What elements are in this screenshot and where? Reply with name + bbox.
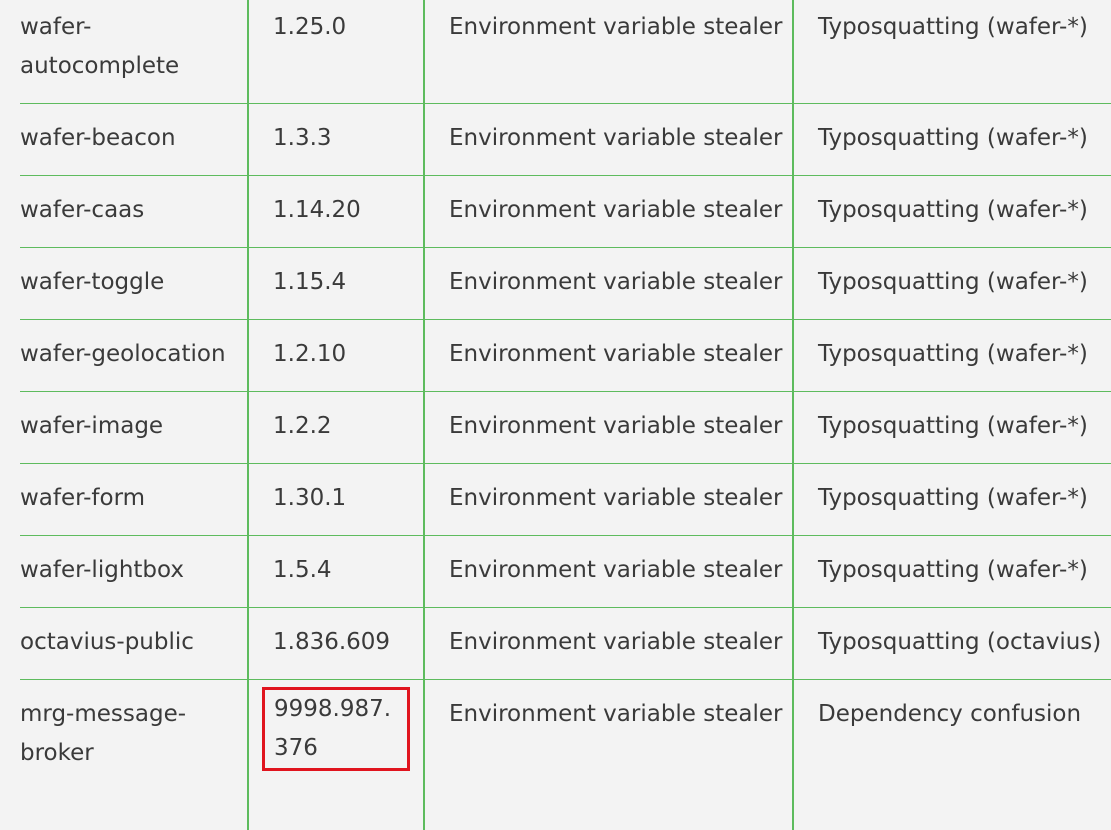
table-row: wafer-caas 1.14.20 Environment variable …	[20, 176, 1111, 248]
behavior-cell: Environment variable stealer	[424, 464, 793, 536]
version-cell: 1.15.4	[248, 248, 424, 320]
package-name-cell: mrg-message-broker	[20, 680, 248, 830]
attack-type-cell: Typosquatting (wafer-*)	[793, 0, 1111, 104]
table-row: wafer-image 1.2.2 Environment variable s…	[20, 392, 1111, 464]
behavior-cell: Environment variable stealer	[424, 176, 793, 248]
version-cell: 1.5.4	[248, 536, 424, 608]
table-row: wafer-toggle 1.15.4 Environment variable…	[20, 248, 1111, 320]
table-row: octavius-public 1.836.609 Environment va…	[20, 608, 1111, 680]
behavior-cell: Environment variable stealer	[424, 320, 793, 392]
package-name-cell: octavius-public	[20, 608, 248, 680]
package-name-cell: wafer-autocomplete	[20, 0, 248, 104]
behavior-cell: Environment variable stealer	[424, 392, 793, 464]
attack-type-cell: Typosquatting (wafer-*)	[793, 320, 1111, 392]
table-row: wafer-autocomplete 1.25.0 Environment va…	[20, 0, 1111, 104]
malicious-packages-table: wafer-autocomplete 1.25.0 Environment va…	[20, 0, 1111, 830]
table-row: wafer-form 1.30.1 Environment variable s…	[20, 464, 1111, 536]
package-name-cell: wafer-caas	[20, 176, 248, 248]
attack-type-cell: Dependency confusion	[793, 680, 1111, 830]
behavior-cell: Environment variable stealer	[424, 0, 793, 104]
table-row: wafer-geolocation 1.2.10 Environment var…	[20, 320, 1111, 392]
version-cell: 1.3.3	[248, 104, 424, 176]
version-cell: 1.2.10	[248, 320, 424, 392]
highlighted-version: 9998.987.376	[262, 687, 410, 771]
package-name-cell: wafer-toggle	[20, 248, 248, 320]
version-cell: 1.25.0	[248, 0, 424, 104]
behavior-cell: Environment variable stealer	[424, 248, 793, 320]
package-name-cell: wafer-beacon	[20, 104, 248, 176]
version-cell: 1.2.2	[248, 392, 424, 464]
table-row: mrg-message-broker 9998.987.376 Environm…	[20, 680, 1111, 830]
attack-type-cell: Typosquatting (wafer-*)	[793, 176, 1111, 248]
attack-type-cell: Typosquatting (octavius)	[793, 608, 1111, 680]
package-name-cell: wafer-geolocation	[20, 320, 248, 392]
attack-type-cell: Typosquatting (wafer-*)	[793, 464, 1111, 536]
package-name-cell: wafer-form	[20, 464, 248, 536]
attack-type-cell: Typosquatting (wafer-*)	[793, 104, 1111, 176]
package-name-cell: wafer-lightbox	[20, 536, 248, 608]
attack-type-cell: Typosquatting (wafer-*)	[793, 392, 1111, 464]
table-row: wafer-beacon 1.3.3 Environment variable …	[20, 104, 1111, 176]
version-cell: 1.14.20	[248, 176, 424, 248]
behavior-cell: Environment variable stealer	[424, 104, 793, 176]
package-name-cell: wafer-image	[20, 392, 248, 464]
version-cell: 1.30.1	[248, 464, 424, 536]
version-cell: 1.836.609	[248, 608, 424, 680]
attack-type-cell: Typosquatting (wafer-*)	[793, 536, 1111, 608]
behavior-cell: Environment variable stealer	[424, 608, 793, 680]
attack-type-cell: Typosquatting (wafer-*)	[793, 248, 1111, 320]
version-cell: 9998.987.376	[248, 680, 424, 830]
table-row: wafer-lightbox 1.5.4 Environment variabl…	[20, 536, 1111, 608]
behavior-cell: Environment variable stealer	[424, 536, 793, 608]
behavior-cell: Environment variable stealer	[424, 680, 793, 830]
